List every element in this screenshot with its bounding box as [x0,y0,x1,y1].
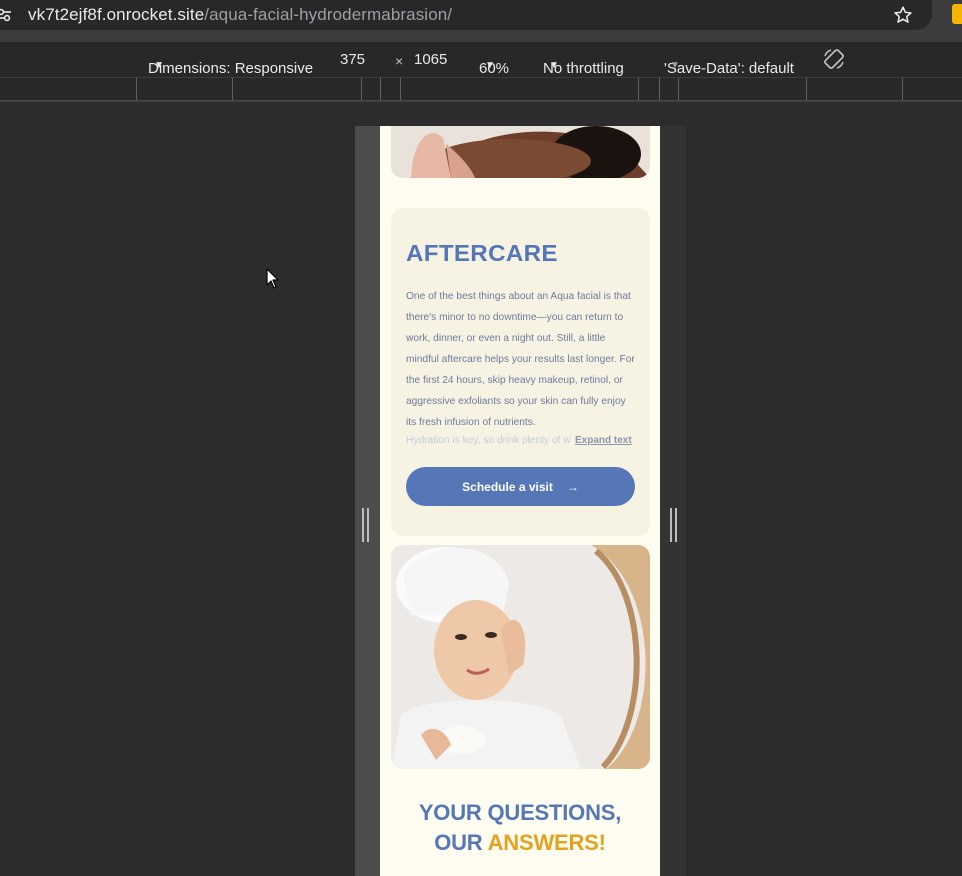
times-symbol: × [395,53,404,69]
aftercare-card: AFTERCARE One of the best things about a… [391,208,650,536]
ruler-tick [400,78,401,100]
resize-handle-left[interactable] [362,508,370,542]
expand-text-link[interactable]: Expand text [575,435,632,446]
faq-heading-line1: YOUR QUESTIONS, [418,800,622,825]
faq-heading: YOUR QUESTIONS, OUR ANSWERS! [380,798,660,858]
url-text[interactable]: vk7t2ejf8f.onrocket.site/aqua-facial-hyd… [28,5,452,25]
faq-heading-prefix: OUR [434,830,488,855]
media-query-ruler[interactable] [0,77,962,101]
ruler-tick [806,78,807,100]
chevron-down-icon: ▼ [670,60,680,71]
photo-woman-towel [391,545,650,769]
page-viewport: AFTERCARE One of the best things about a… [380,126,660,876]
schedule-visit-label: Schedule a visit [462,479,553,494]
ruler-tick [678,78,679,100]
mouse-cursor-icon [266,268,279,289]
viewport-right-edge [660,126,686,876]
resize-handle-right[interactable] [670,508,678,542]
address-bar-area: vk7t2ejf8f.onrocket.site/aqua-facial-hyd… [0,0,962,30]
ruler-tick [380,78,381,100]
device-toolbar: Dimensions: Responsive ▼ 375 × 1065 60% ▼ … [0,42,962,77]
ruler-tick [638,78,639,100]
ruler-tick [136,78,137,100]
star-icon[interactable] [892,4,914,26]
aftercare-faded-text: Hydration is key, so drink plenty of w [406,435,571,446]
ruler-tick [232,78,233,100]
chevron-down-icon: ▼ [154,60,164,71]
aftercare-body: One of the best things about an Aqua fac… [406,291,635,428]
chevron-down-icon: ▼ [549,60,559,71]
save-data-label: 'Save-Data': default [664,60,794,77]
dimensions-label: Dimensions: Responsive [148,60,314,77]
ruler-tick [659,78,660,100]
chevron-down-icon: ▼ [485,60,495,71]
aftercare-heading: AFTERCARE [406,240,558,266]
extension-icon[interactable] [952,4,962,24]
ruler-tick [361,78,362,100]
schedule-visit-button[interactable]: Schedule a visit → [406,467,635,506]
viewport-left-edge [355,126,380,876]
height-input[interactable]: 1065 [414,51,447,68]
faq-heading-accent: ANSWERS! [487,830,606,855]
ruler-tick [902,78,903,100]
tune-icon[interactable] [0,7,12,23]
width-input[interactable]: 375 [340,51,365,68]
url-host: vk7t2ejf8f.onrocket.site [28,5,205,24]
faq-heading-line2: OUR ANSWERS! [380,828,660,858]
arrow-right-icon: → [566,479,579,494]
hero-photo-man [391,126,650,178]
url-path: /aqua-facial-hydrodermabrasion/ [204,5,453,24]
rotate-icon[interactable] [822,47,846,71]
